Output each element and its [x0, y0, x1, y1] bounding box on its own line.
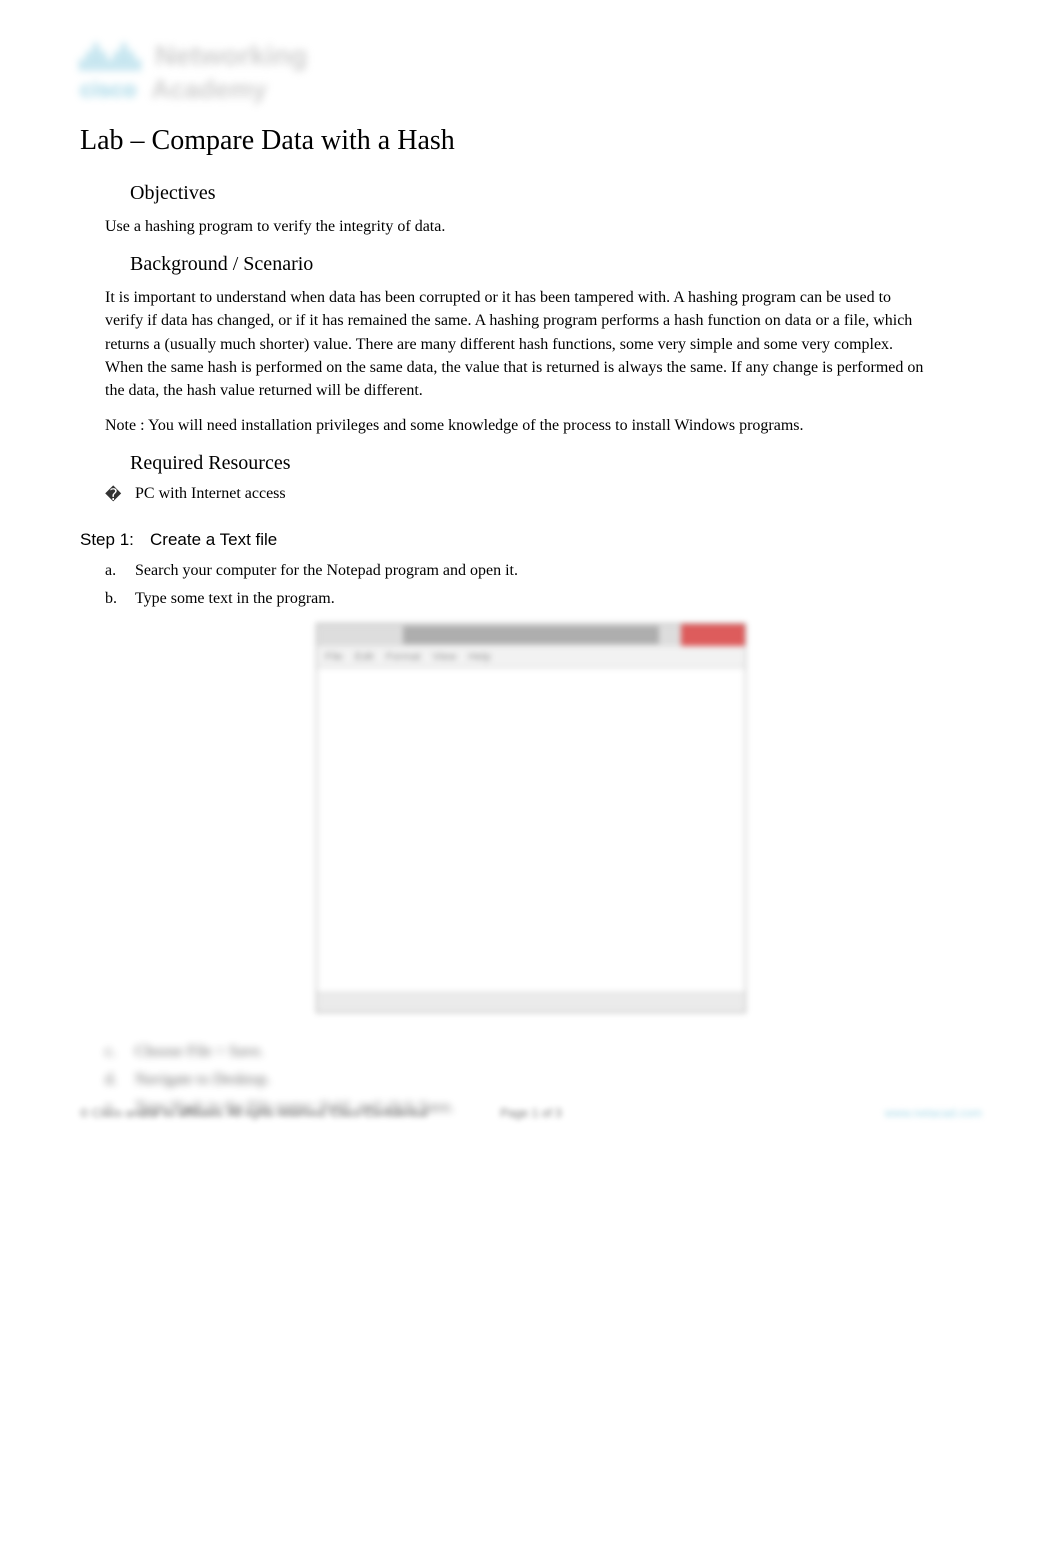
menu-item: Help [468, 651, 491, 663]
bullet-icon: � [105, 485, 135, 505]
notepad-window: File Edit Format View Help [316, 623, 746, 1013]
list-item: c. Choose File > Save. [105, 1043, 982, 1061]
notepad-statusbar [317, 992, 745, 1012]
notepad-body [317, 668, 745, 992]
step-label: Step 1: [80, 530, 150, 550]
footer-url: www.netacad.com [885, 1106, 982, 1120]
list-marker: a. [105, 562, 135, 580]
logo-text-cisco: cisco [80, 77, 136, 103]
objectives-text: Use a hashing program to verify the inte… [105, 215, 932, 238]
resource-text: PC with Internet access [135, 485, 286, 505]
logo-text-academy: Academy [151, 74, 267, 105]
menu-item: Edit [355, 651, 374, 663]
page-title: Lab – Compare Data with a Hash [80, 125, 982, 157]
menu-item: Format [386, 651, 421, 663]
list-marker: b. [105, 590, 135, 608]
document-page: Networking cisco Academy Lab – Compare D… [0, 0, 1062, 1150]
notepad-menubar: File Edit Format View Help [317, 646, 745, 668]
list-item: a. Search your computer for the Notepad … [105, 562, 982, 580]
list-item-text: Search your computer for the Notepad pro… [135, 562, 982, 580]
cisco-logo-icon [80, 41, 140, 71]
list-item: d. Navigate to Desktop. [105, 1071, 982, 1089]
resource-item: � PC with Internet access [105, 485, 982, 505]
menu-item: View [433, 651, 457, 663]
background-note: Note : You will need installation privil… [105, 414, 932, 437]
footer-copyright: © Cisco and/or its affiliates. All right… [80, 1106, 427, 1120]
step-title: Create a Text file [150, 530, 982, 550]
list-item-text: Type some text in the program. [135, 590, 982, 608]
background-paragraph: It is important to understand when data … [105, 286, 932, 402]
logo-area: Networking cisco Academy [80, 40, 982, 105]
footer-page-number: Page 1 of 3 [500, 1106, 561, 1120]
list-marker: c. [105, 1043, 135, 1061]
notepad-titlebar [317, 624, 745, 646]
heading-resources: Required Resources [130, 452, 982, 475]
embedded-screenshot: File Edit Format View Help [80, 623, 982, 1013]
heading-background: Background / Scenario [130, 253, 982, 276]
list-item: b. Type some text in the program. [105, 590, 982, 608]
logo-text-networking: Networking [155, 40, 307, 72]
menu-item: File [325, 651, 343, 663]
step-heading: Step 1: Create a Text file [80, 530, 982, 550]
heading-objectives: Objectives [130, 182, 982, 205]
list-marker: d. [105, 1071, 135, 1089]
page-footer: © Cisco and/or its affiliates. All right… [80, 1106, 982, 1120]
list-item-text: Navigate to Desktop. [135, 1071, 982, 1089]
list-item-text: Choose File > Save. [135, 1043, 982, 1061]
